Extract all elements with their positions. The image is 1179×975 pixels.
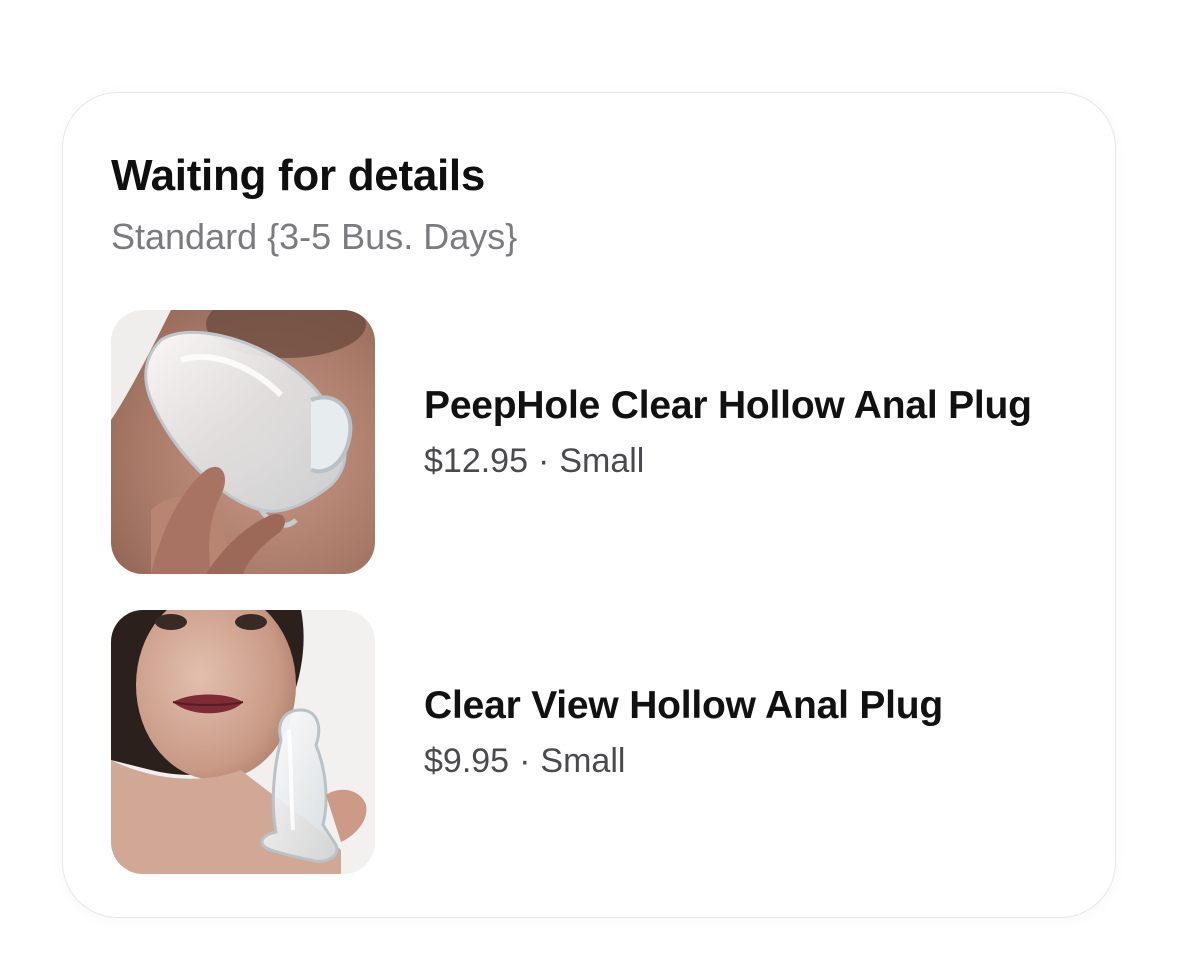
product-variant: Small [559,442,645,480]
status-title: Waiting for details [111,151,486,200]
product-price: $12.95 [424,442,528,480]
product-thumbnail[interactable] [111,310,375,574]
separator-dot: · [538,442,550,480]
separator-dot: · [519,742,531,780]
product-name[interactable]: Clear View Hollow Anal Plug [424,682,943,730]
product-meta: $12.95 · Small [424,440,1032,482]
product-photo [111,610,375,874]
order-card: Waiting for details Standard {3-5 Bus. D… [62,92,1116,918]
product-meta: $9.95 · Small [424,740,943,782]
product-photo [111,310,375,574]
product-thumbnail[interactable] [111,610,375,874]
item-details: PeepHole Clear Hollow Anal Plug $12.95 · S… [424,382,1032,482]
product-variant: Small [540,742,626,780]
item-details: Clear View Hollow Anal Plug $9.95 · Small [424,682,943,782]
product-name[interactable]: PeepHole Clear Hollow Anal Plug [424,382,1032,430]
order-item[interactable]: PeepHole Clear Hollow Anal Plug $12.95 · S… [111,310,1071,574]
product-price: $9.95 [424,742,510,780]
order-item[interactable]: Clear View Hollow Anal Plug $9.95 · Small [111,610,1071,874]
shipping-method: Standard {3-5 Bus. Days} [111,216,518,257]
